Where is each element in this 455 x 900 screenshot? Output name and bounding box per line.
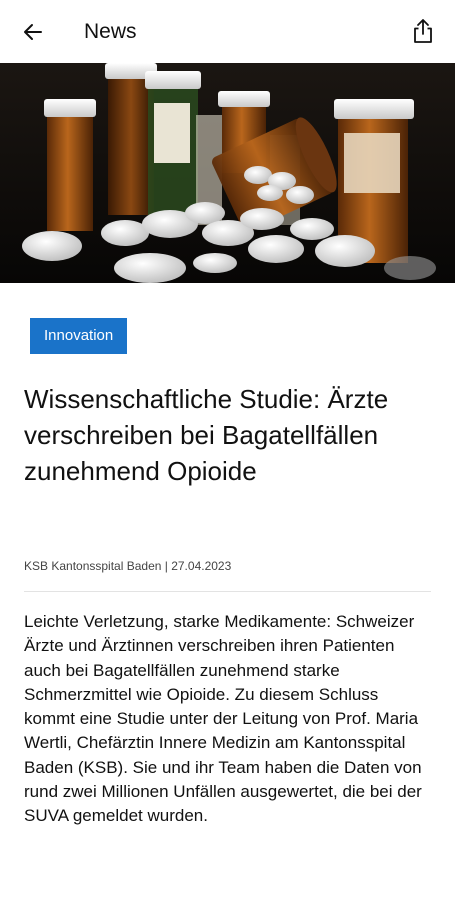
back-button[interactable] xyxy=(18,17,48,47)
hero-image xyxy=(0,63,455,283)
app-bar: News xyxy=(0,0,455,63)
category-badge[interactable]: Innovation xyxy=(30,318,128,354)
share-icon xyxy=(414,19,432,43)
article-body: Leichte Verletzung, starke Medikamente: … xyxy=(24,612,422,826)
article-title: Wissenschaftliche Studie: Ärzte verschre… xyxy=(24,384,389,486)
page-title: News xyxy=(84,20,137,43)
article-meta: KSB Kantonsspital Baden | 27.04.2023 xyxy=(24,559,232,573)
divider xyxy=(24,591,431,592)
pills-photo xyxy=(0,63,455,283)
share-button[interactable] xyxy=(407,15,439,47)
arrow-left-icon xyxy=(24,24,42,40)
